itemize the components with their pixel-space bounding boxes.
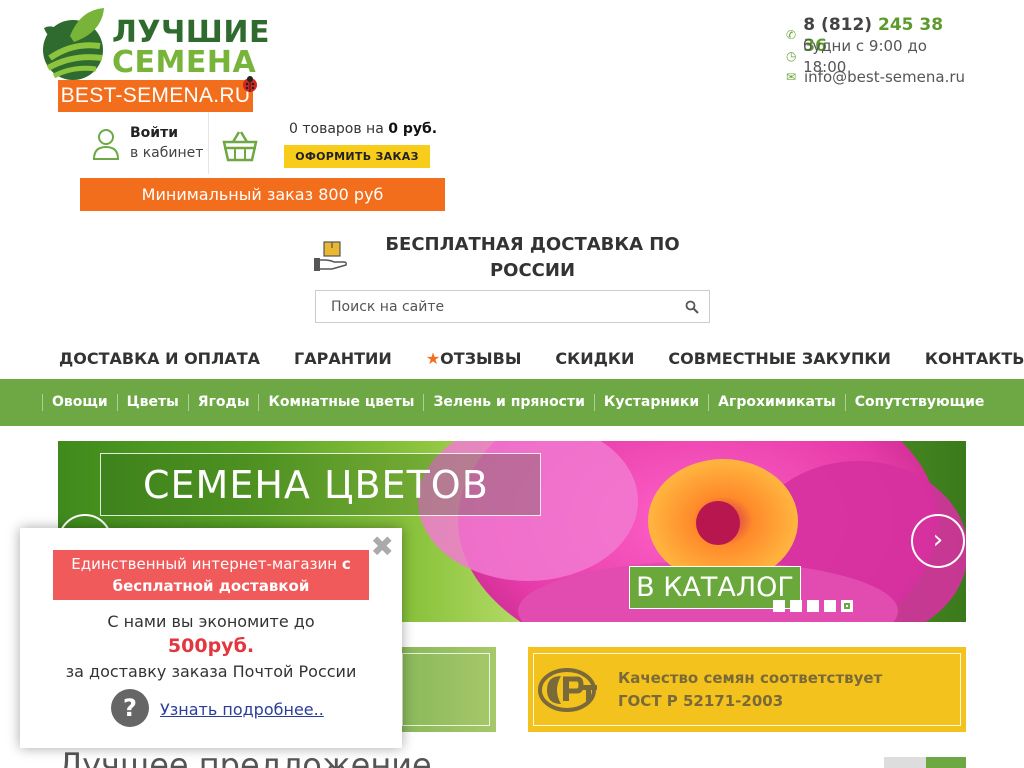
header-contacts: ✆ 8 (812) 245 38 36 ◷ будни с 9:00 до 18… [786,15,966,88]
category-nav: Овощи Цветы Ягоды Комнатные цветы Зелень… [0,379,1024,426]
category-flowers[interactable]: Цветы [116,394,188,411]
header-divider [208,112,209,174]
search-icon[interactable] [685,300,699,314]
email-link[interactable]: info@best-semena.ru [804,67,965,88]
email-row[interactable]: ✉ info@best-semena.ru [786,67,966,88]
category-vegetables[interactable]: Овощи [42,394,117,411]
mail-icon: ✉ [786,70,797,84]
popup-save-sum: 500руб. [167,635,255,657]
quality-text: Качество семян соответствует ГОСТ Р 5217… [618,667,882,713]
hours-row: ◷ будни с 9:00 до 18:00 [786,37,966,76]
nav-discounts[interactable]: СКИДКИ [538,344,651,374]
logo-text-line1: ЛУЧШИЕ [112,15,270,50]
star-icon: ★ [425,349,441,368]
user-icon [92,129,120,160]
popup-delivery-text: за доставку заказа Почтой России [65,662,357,681]
min-order-banner: Минимальный заказ 800 руб [80,178,445,211]
nav-group-purchases[interactable]: СОВМЕСТНЫЕ ЗАКУПКИ [651,344,908,374]
nav-contacts[interactable]: КОНТАКТЫ [908,344,1024,374]
site-logo[interactable]: ЛУЧШИЕ СЕМЕНА BEST-SEMENA.RU [40,6,269,112]
slider-dots [773,600,853,612]
phone-prefix: 8 (812) [803,14,873,35]
nav-delivery-payment[interactable]: ДОСТАВКА И ОПЛАТА [42,344,277,374]
login-label: Войти [130,125,179,141]
slider-dot[interactable] [790,600,802,612]
nav-reviews-label: ОТЗЫВЫ [440,349,522,368]
ladybug-icon [243,76,257,92]
question-icon: ? [111,689,149,727]
chevron-right-icon: › [932,525,944,555]
slider-dot[interactable] [807,600,819,612]
search-input[interactable] [316,291,656,322]
popup-badge-part1: Единственный интернет-магазин [71,555,338,573]
slider-dot[interactable] [773,600,785,612]
cart-sum: 0 руб. [388,121,438,137]
free-delivery-text: БЕСПЛАТНАЯ ДОСТАВКА ПО РОССИИ [385,234,680,281]
main-nav: ДОСТАВКА И ОПЛАТА ГАРАНТИИ ★ОТЗЫВЫ СКИДК… [42,344,1024,374]
best-offer-heading: Лучшее предложение [58,746,432,768]
category-berries[interactable]: Ягоды [187,394,259,411]
close-icon[interactable]: ✖ [371,532,394,562]
slider-next-button[interactable]: › [911,514,965,568]
site-search [315,290,710,323]
quality-line1: Качество семян соответствует [618,669,883,687]
banner-title: СЕМЕНА ЦВЕТОВ [100,453,541,516]
nav-guarantees[interactable]: ГАРАНТИИ [277,344,409,374]
logo-text-line2: СЕМЕНА [112,45,257,80]
popup-badge: Единственный интернет-магазин с бесплатн… [53,550,369,600]
category-houseplants[interactable]: Комнатные цветы [258,394,423,411]
cart-summary: 0 товаров на 0 руб. [289,121,437,137]
leaf-logo-icon [43,8,104,80]
learn-more-link[interactable]: Узнать подробнее.. [160,700,324,719]
quality-line2: ГОСТ Р 52171-2003 [618,692,784,710]
svg-text:?: ? [123,694,137,722]
slider-dot[interactable] [824,600,836,612]
gost-certificate-icon [538,668,597,712]
offer-pager-next[interactable] [926,757,966,768]
login-link[interactable]: Войти в кабинет [92,122,206,174]
free-delivery-popup: ✖ Единственный интернет-магазин с беспла… [20,528,402,748]
delivery-box-icon [314,241,347,271]
popup-save-text: С нами вы экономите до [107,612,315,631]
phone-icon: ✆ [786,28,797,42]
clock-icon: ◷ [786,49,797,63]
cabinet-label: в кабинет [130,145,204,161]
logo-site-name: BEST-SEMENA.RU [58,80,253,112]
basket-icon[interactable] [222,130,258,162]
cart-count-text: 0 товаров на [289,121,384,137]
nav-reviews[interactable]: ★ОТЗЫВЫ [409,344,539,374]
category-shrubs[interactable]: Кустарники [593,394,708,411]
info-block-green-frame [402,653,490,726]
checkout-button[interactable]: ОФОРМИТЬ ЗАКАЗ [284,145,430,168]
slider-dot-active[interactable] [841,600,853,612]
category-agrochemicals[interactable]: Агрохимикаты [708,394,845,411]
category-herbs-spices[interactable]: Зелень и пряности [423,394,593,411]
category-accessories[interactable]: Сопутствующие [844,394,994,411]
